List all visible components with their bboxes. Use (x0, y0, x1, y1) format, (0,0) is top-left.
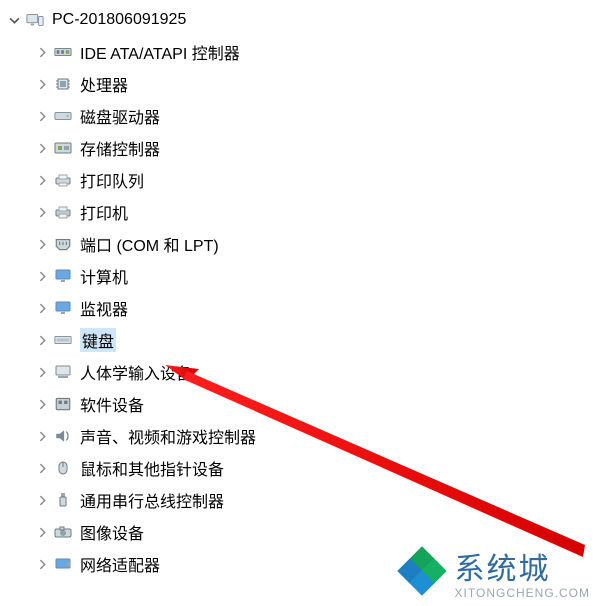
item-sound[interactable]: 声音、视频和游戏控制器 (0, 420, 600, 452)
item-print-queues[interactable]: 打印队列 (0, 164, 600, 196)
chevron-right-icon[interactable] (32, 202, 52, 222)
usb-icon (52, 490, 74, 510)
item-label: 监视器 (80, 296, 128, 320)
chevron-right-icon[interactable] (32, 394, 52, 414)
chevron-right-icon[interactable] (32, 458, 52, 478)
item-disk-drives[interactable]: 磁盘驱动器 (0, 100, 600, 132)
chevron-right-icon[interactable] (32, 330, 52, 350)
camera-icon (52, 522, 74, 542)
print-queue-icon (52, 170, 74, 190)
display-icon (52, 298, 74, 318)
item-ide-atapi[interactable]: IDE ATA/ATAPI 控制器 (0, 36, 600, 68)
hid-icon (52, 362, 74, 382)
chevron-right-icon[interactable] (32, 42, 52, 62)
cpu-icon (52, 74, 74, 94)
item-label: 打印机 (80, 200, 128, 224)
mouse-icon (52, 458, 74, 478)
item-label: 计算机 (80, 264, 128, 288)
item-mouse[interactable]: 鼠标和其他指针设备 (0, 452, 600, 484)
item-hid[interactable]: 人体学输入设备 (0, 356, 600, 388)
item-label: 通用串行总线控制器 (80, 488, 224, 512)
item-label: 打印队列 (80, 168, 144, 192)
chevron-right-icon[interactable] (32, 490, 52, 510)
monitor-icon (52, 266, 74, 286)
watermark: 系统城 XITONGCHENG.COM (399, 544, 590, 600)
storage-controller-icon (52, 138, 74, 158)
item-label: 处理器 (80, 72, 128, 96)
printer-icon (52, 202, 74, 222)
chevron-right-icon[interactable] (32, 138, 52, 158)
chevron-right-icon[interactable] (32, 362, 52, 382)
tree-root[interactable]: PC-201806091925 (0, 4, 600, 36)
item-label: 存储控制器 (80, 136, 160, 160)
item-usb[interactable]: 通用串行总线控制器 (0, 484, 600, 516)
chevron-right-icon[interactable] (32, 426, 52, 446)
software-icon (52, 394, 74, 414)
item-computer[interactable]: 计算机 (0, 260, 600, 292)
chevron-right-icon[interactable] (32, 74, 52, 94)
item-software[interactable]: 软件设备 (0, 388, 600, 420)
ide-controller-icon (52, 42, 74, 62)
chevron-right-icon[interactable] (32, 234, 52, 254)
chevron-right-icon[interactable] (32, 266, 52, 286)
disk-icon (52, 106, 74, 126)
speaker-icon (52, 426, 74, 446)
device-tree: PC-201806091925 IDE ATA/ATAPI 控制器 处理器 磁盘… (0, 0, 600, 580)
item-label: 人体学输入设备 (80, 360, 192, 384)
chevron-down-icon[interactable] (4, 10, 24, 30)
watermark-title: 系统城 (455, 544, 590, 588)
item-monitors[interactable]: 监视器 (0, 292, 600, 324)
item-label: 网络适配器 (80, 552, 160, 576)
item-label: 软件设备 (80, 392, 144, 416)
item-processor[interactable]: 处理器 (0, 68, 600, 100)
item-storage[interactable]: 存储控制器 (0, 132, 600, 164)
root-label: PC-201806091925 (52, 11, 186, 29)
keyboard-icon (52, 330, 74, 350)
watermark-subtitle: XITONGCHENG.COM (455, 586, 590, 600)
item-label: 键盘 (80, 328, 116, 352)
item-label: 鼠标和其他指针设备 (80, 456, 224, 480)
item-printers[interactable]: 打印机 (0, 196, 600, 228)
item-label: 磁盘驱动器 (80, 104, 160, 128)
chevron-right-icon[interactable] (32, 170, 52, 190)
item-label: 端口 (COM 和 LPT) (80, 232, 219, 256)
item-label: 声音、视频和游戏控制器 (80, 424, 256, 448)
item-keyboard[interactable]: 键盘 (0, 324, 600, 356)
item-label: IDE ATA/ATAPI 控制器 (80, 40, 240, 64)
chevron-right-icon[interactable] (32, 106, 52, 126)
chevron-right-icon[interactable] (32, 522, 52, 542)
port-icon (52, 234, 74, 254)
network-adapter-icon (52, 554, 74, 574)
chevron-right-icon[interactable] (32, 554, 52, 574)
item-ports[interactable]: 端口 (COM 和 LPT) (0, 228, 600, 260)
chevron-right-icon[interactable] (32, 298, 52, 318)
item-label: 图像设备 (80, 520, 144, 544)
watermark-logo-icon (399, 548, 447, 596)
computer-icon (24, 10, 46, 30)
